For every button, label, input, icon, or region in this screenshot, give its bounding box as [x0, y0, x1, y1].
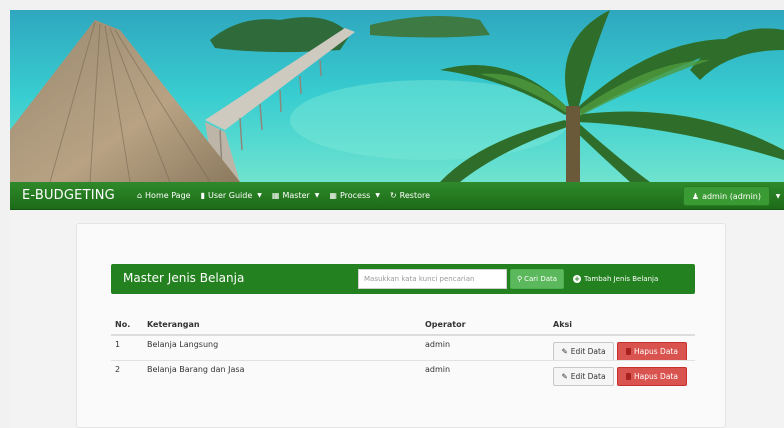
trash-icon	[626, 373, 632, 380]
delete-button-label: Hapus Data	[634, 372, 678, 381]
app-window: E-BUDGETING ⌂ Home Page ▮ User Guide ▼ ▦…	[10, 10, 784, 428]
main-navbar: E-BUDGETING ⌂ Home Page ▮ User Guide ▼ ▦…	[10, 182, 784, 210]
trash-icon	[626, 348, 632, 355]
delete-button[interactable]: Hapus Data	[617, 367, 687, 386]
add-button-label: Tambah Jenis Belanja	[584, 275, 659, 283]
header-aksi: Aksi	[553, 320, 573, 329]
refresh-icon: ↻	[389, 191, 397, 200]
edit-button[interactable]: ✎ Edit Data	[553, 367, 614, 386]
hero-banner	[10, 10, 784, 182]
chevron-down-icon: ▼	[314, 192, 320, 199]
row-no: 1	[115, 340, 121, 349]
nav-process[interactable]: ▦ Process ▼	[329, 191, 380, 200]
delete-button-label: Hapus Data	[634, 347, 678, 356]
nav-master[interactable]: ▦ Master ▼	[272, 191, 320, 200]
grid-icon: ▦	[329, 191, 337, 200]
edit-button-label: Edit Data	[570, 372, 606, 381]
page-title: Master Jenis Belanja	[123, 271, 245, 285]
header-operator: Operator	[425, 320, 466, 329]
table-header-row: No. Keterangan Operator Aksi	[111, 318, 695, 334]
nav-master-label: Master	[282, 191, 310, 200]
table-row: 2 Belanja Barang dan Jasa admin ✎ Edit D…	[111, 360, 695, 386]
tropical-banner-image	[10, 10, 784, 182]
content-panel: Master Jenis Belanja ⚲ Cari Data + Tamba…	[76, 223, 726, 428]
user-menu-chevron-down-icon[interactable]: ▼	[772, 186, 784, 206]
row-keterangan: Belanja Barang dan Jasa	[147, 365, 245, 374]
delete-button[interactable]: Hapus Data	[617, 342, 687, 361]
nav-user-guide-label: User Guide	[207, 191, 253, 200]
edit-button-label: Edit Data	[570, 347, 606, 356]
table-row: 1 Belanja Langsung admin ✎ Edit Data Hap…	[111, 334, 695, 361]
user-menu-label: admin (admin)	[702, 191, 761, 201]
add-jenis-belanja-button[interactable]: + Tambah Jenis Belanja	[573, 269, 673, 289]
row-keterangan: Belanja Langsung	[147, 340, 219, 349]
chevron-down-icon: ▼	[257, 192, 262, 199]
row-no: 2	[115, 365, 121, 374]
chevron-down-icon: ▼	[375, 192, 380, 199]
search-button[interactable]: ⚲ Cari Data	[510, 269, 564, 289]
jenis-belanja-table: No. Keterangan Operator Aksi 1 Belanja L…	[111, 318, 695, 386]
nav-user-guide[interactable]: ▮ User Guide ▼	[201, 191, 262, 200]
pencil-icon: ✎	[561, 372, 568, 381]
search-button-label: Cari Data	[524, 275, 558, 283]
nav-process-label: Process	[339, 191, 371, 200]
user-menu-button[interactable]: ♟ admin (admin)	[682, 186, 770, 206]
nav-home[interactable]: ⌂ Home Page	[137, 191, 191, 200]
search-icon: ⚲	[516, 275, 523, 283]
header-no: No.	[115, 320, 131, 329]
header-keterangan: Keterangan	[147, 320, 200, 329]
grid-icon: ▦	[271, 191, 280, 200]
user-icon: ♟	[691, 191, 700, 201]
brand-logo[interactable]: E-BUDGETING	[10, 188, 127, 203]
pencil-icon: ✎	[561, 347, 568, 356]
row-operator: admin	[425, 365, 451, 374]
plus-circle-icon: +	[573, 275, 581, 283]
nav-home-label: Home Page	[145, 191, 191, 200]
comment-icon: ▮	[200, 191, 205, 200]
panel-header: Master Jenis Belanja ⚲ Cari Data + Tamba…	[111, 264, 695, 294]
search-input[interactable]	[358, 269, 507, 289]
row-operator: admin	[425, 340, 451, 349]
nav-restore[interactable]: ↻ Restore	[390, 191, 430, 200]
nav-restore-label: Restore	[399, 191, 431, 200]
home-icon: ⌂	[136, 191, 143, 200]
edit-button[interactable]: ✎ Edit Data	[553, 342, 614, 361]
